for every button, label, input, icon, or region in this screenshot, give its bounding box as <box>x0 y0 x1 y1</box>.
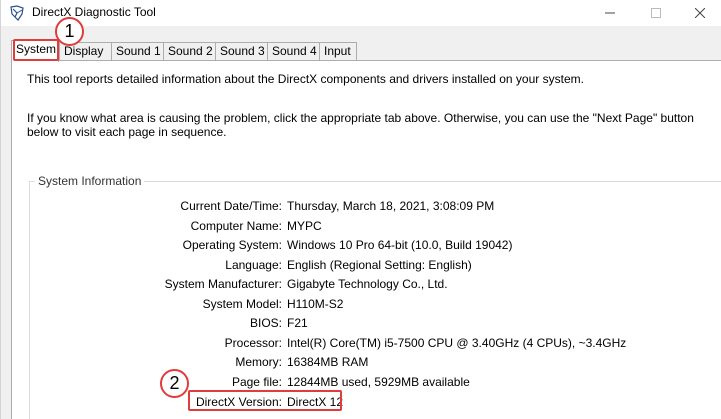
tab-sound-4[interactable]: Sound 4 <box>267 42 320 61</box>
close-icon <box>695 8 705 18</box>
directx-app-icon <box>10 5 24 21</box>
info-value: F21 <box>287 316 308 330</box>
system-information-group: System Information Current Date/Time: Th… <box>29 174 721 419</box>
directx-version-highlight <box>188 390 342 411</box>
system-tab-panel: This tool reports detailed information a… <box>11 60 721 419</box>
step-2-badge: 2 <box>160 369 189 398</box>
info-value: 12844MB used, 5929MB available <box>287 375 470 389</box>
info-value: MYPC <box>287 219 322 233</box>
minimize-icon <box>605 12 615 14</box>
info-label: System Model: <box>202 297 282 311</box>
info-label: Current Date/Time: <box>180 199 282 213</box>
info-label: System Manufacturer: <box>164 277 282 291</box>
info-value: Intel(R) Core(TM) i5-7500 CPU @ 3.40GHz … <box>287 336 627 350</box>
close-button[interactable] <box>677 0 721 26</box>
instructions-text: If you know what area is causing the pro… <box>27 111 694 139</box>
info-value: English (Regional Setting: English) <box>287 258 472 272</box>
info-value: Windows 10 Pro 64-bit (10.0, Build 19042… <box>287 238 513 252</box>
step-1-badge: 1 <box>55 17 84 46</box>
info-label: Computer Name: <box>190 219 282 233</box>
info-label: Operating System: <box>182 238 282 252</box>
maximize-icon <box>651 8 661 18</box>
minimize-button[interactable] <box>587 0 633 26</box>
info-value: Gigabyte Technology Co., Ltd. <box>287 277 448 291</box>
tab-sound-2[interactable]: Sound 2 <box>163 42 216 61</box>
window-title: DirectX Diagnostic Tool <box>32 5 156 19</box>
system-tab-highlight <box>13 39 59 61</box>
info-value: 16384MB RAM <box>287 355 369 369</box>
tab-sound-1[interactable]: Sound 1 <box>111 42 164 61</box>
info-label: Page file: <box>231 375 282 389</box>
info-label: Memory: <box>235 355 282 369</box>
group-title: System Information <box>35 174 145 188</box>
tab-input[interactable]: Input <box>319 42 357 61</box>
info-label: Language: <box>225 258 282 272</box>
directx-diagnostic-window: DirectX Diagnostic Tool System Display S… <box>0 0 721 419</box>
maximize-button[interactable] <box>633 0 679 26</box>
intro-text: This tool reports detailed information a… <box>27 72 584 86</box>
info-value: Thursday, March 18, 2021, 3:08:09 PM <box>287 199 495 213</box>
info-value: H110M-S2 <box>287 297 344 311</box>
info-label: BIOS: <box>249 316 282 330</box>
info-label: Processor: <box>224 336 282 350</box>
tab-sound-3[interactable]: Sound 3 <box>215 42 268 61</box>
title-bar: DirectX Diagnostic Tool <box>1 0 721 26</box>
